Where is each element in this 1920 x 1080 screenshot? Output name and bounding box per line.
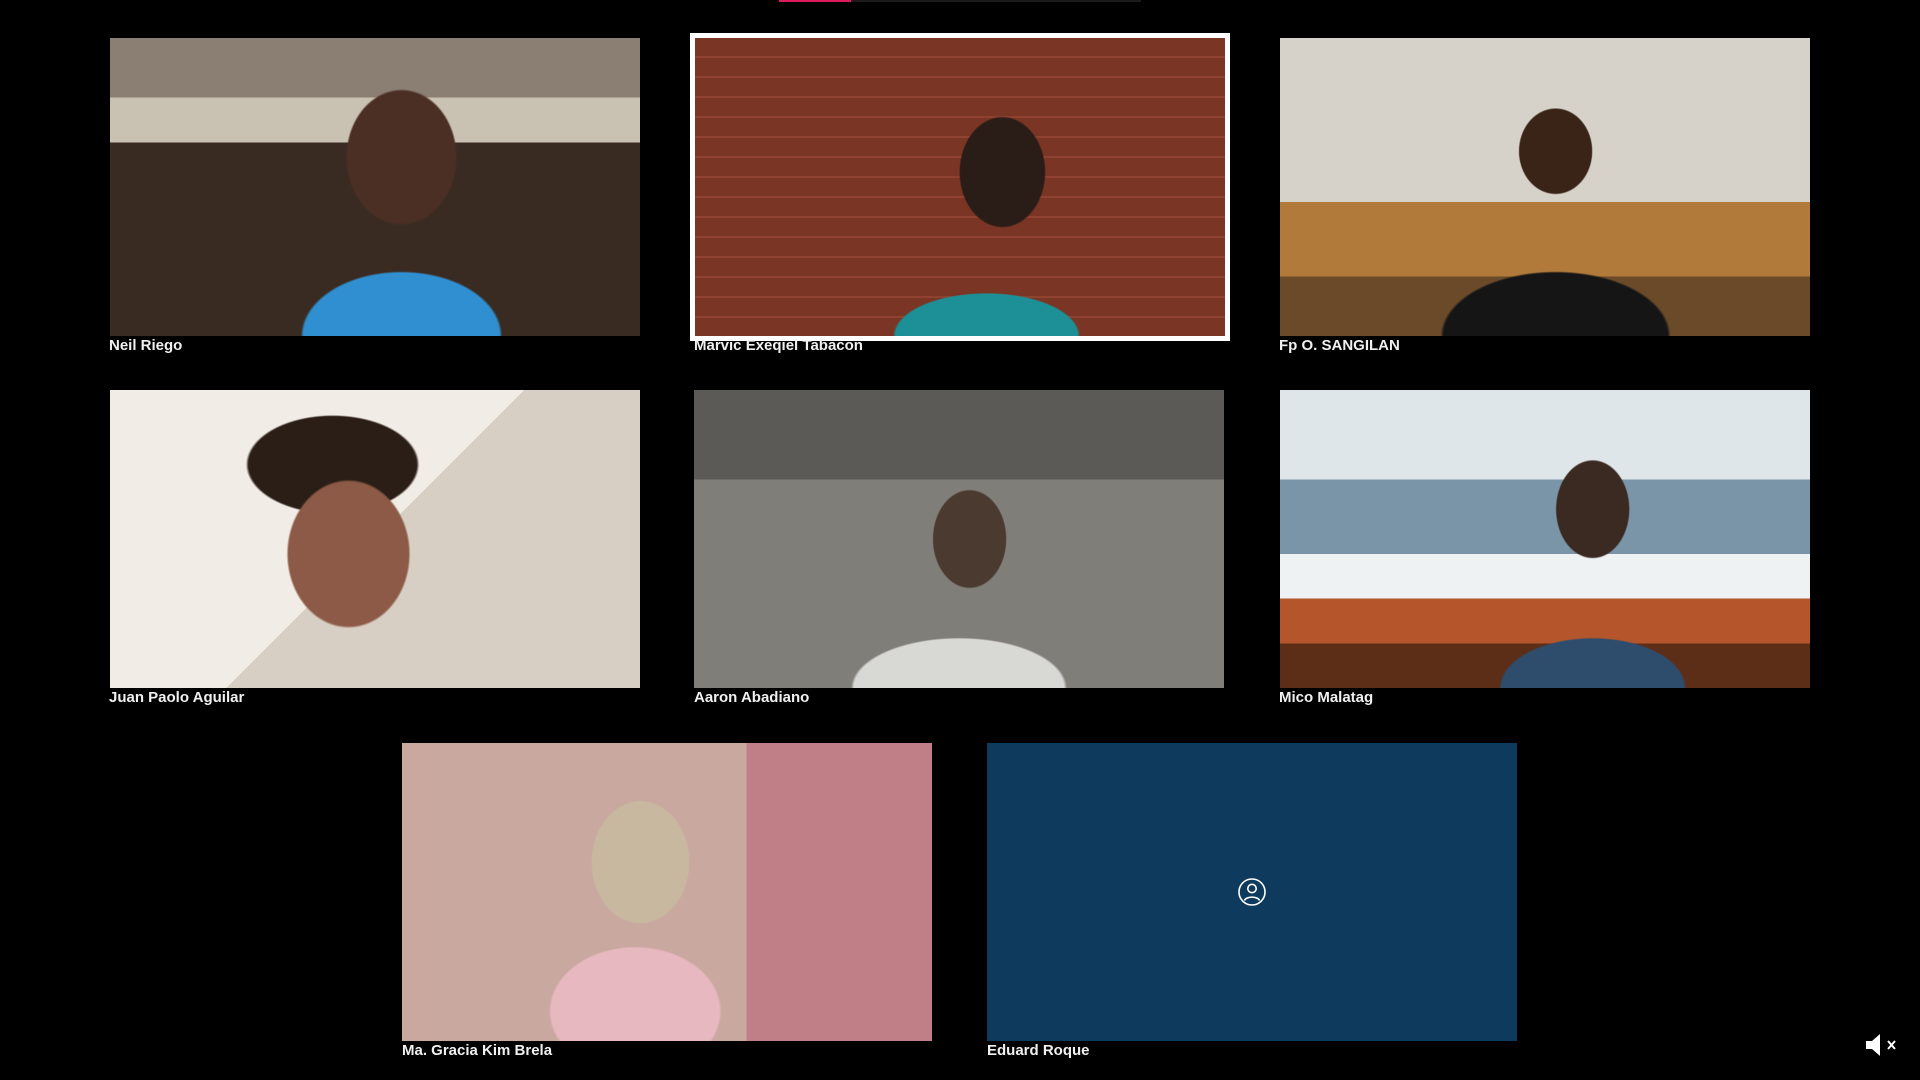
- participant-name: Fp O. SANGILAN: [1279, 337, 1400, 354]
- speaker-muted-icon[interactable]: [1864, 1032, 1900, 1058]
- user-icon: [1238, 878, 1266, 906]
- top-progress-active: [779, 0, 851, 2]
- participant-name: Aaron Abadiano: [694, 689, 810, 706]
- video-tile-juan-paolo-aguilar[interactable]: [110, 390, 640, 688]
- video-tile-mico-malatag[interactable]: [1280, 390, 1810, 688]
- video-tile-eduard-roque[interactable]: [987, 743, 1517, 1041]
- video-tile-neil-riego[interactable]: [110, 38, 640, 336]
- participant-name: Mico Malatag: [1279, 689, 1374, 706]
- participant-name: Marvic Exeqiel Tabacon: [694, 337, 863, 354]
- video-tile-marvic-exeqiel-tabacon[interactable]: [690, 33, 1230, 341]
- participant-name: Neil Riego: [109, 337, 183, 354]
- top-progress-indicator: [779, 0, 1141, 2]
- participant-name: Juan Paolo Aguilar: [109, 689, 245, 706]
- video-tile-fp-o-sangilan[interactable]: [1280, 38, 1810, 336]
- video-tile-aaron-abadiano[interactable]: [694, 390, 1224, 688]
- participant-name: Eduard Roque: [987, 1042, 1090, 1059]
- participant-name: Ma. Gracia Kim Brela: [402, 1042, 553, 1059]
- video-tile-ma-gracia-kim-brela[interactable]: [402, 743, 932, 1041]
